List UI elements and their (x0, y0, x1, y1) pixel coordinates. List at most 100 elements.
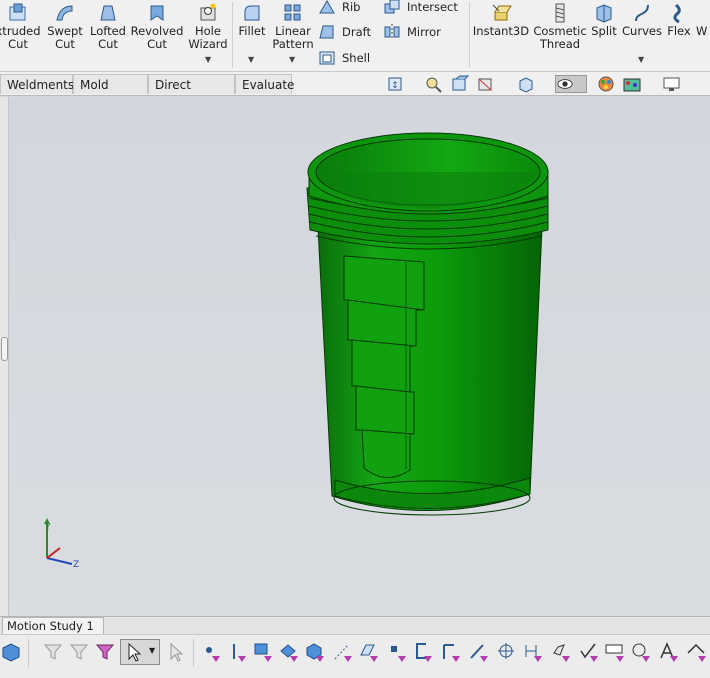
extruded-cut-label: xtruded Cut (0, 24, 41, 51)
selection-toolbar: ▼ (0, 634, 710, 678)
hole-wizard-button[interactable]: Hole Wizard (188, 2, 228, 51)
extruded-cut-button[interactable]: xtruded Cut (0, 2, 41, 51)
flex-icon (673, 3, 681, 24)
rib-button[interactable]: Rib (318, 0, 361, 17)
view-settings-icon[interactable] (662, 75, 682, 93)
coordinate-triad: Y Z (44, 518, 79, 570)
ribbon-separator (469, 2, 470, 68)
svg-text:↕: ↕ (391, 81, 399, 91)
splitter-handle[interactable] (1, 337, 8, 361)
filter-edges-icon[interactable] (226, 641, 248, 663)
toolbar-separator (28, 639, 29, 667)
draft-button[interactable]: Draft (318, 22, 371, 42)
zoom-to-fit-icon[interactable]: ↕ (386, 75, 406, 93)
flex-button[interactable]: Flex (665, 2, 693, 38)
select-other-icon[interactable] (165, 641, 187, 663)
tab-weldments[interactable]: Weldments (0, 74, 74, 94)
triad-z-label: Z (73, 560, 79, 570)
curves-icon (635, 4, 649, 22)
cosmetic-thread-button[interactable]: Cosmetic Thread (533, 2, 587, 51)
wrap-label: W (696, 24, 708, 38)
instant3d-button[interactable]: Instant3D (472, 2, 530, 38)
command-ribbon: xtruded Cut Swept Cut Lofted Cut Revolve… (0, 0, 710, 72)
hole-wizard-label: Hole Wizard (188, 24, 228, 51)
filter-faces-icon[interactable] (252, 641, 274, 663)
filter-sketch-segments-icon[interactable] (412, 641, 434, 663)
shell-label: Shell (342, 51, 371, 65)
filter-icon[interactable] (42, 641, 64, 663)
select-dropdown-arrow[interactable]: ▼ (149, 646, 155, 655)
cosmetic-thread-label: Cosmetic Thread (533, 24, 587, 51)
draft-icon (319, 25, 334, 39)
3d-view-icon[interactable] (0, 641, 22, 663)
hole-wizard-dropdown[interactable]: ▼ (205, 55, 211, 64)
filter-midpoints-icon[interactable] (440, 641, 462, 663)
filter-axes-icon[interactable] (332, 641, 354, 663)
zoom-area-icon[interactable] (424, 75, 444, 93)
filter-weld-symbols-icon[interactable] (686, 641, 708, 663)
filter-toggle-icon[interactable] (68, 641, 90, 663)
swept-cut-icon (56, 5, 73, 21)
hide-show-items-icon (557, 79, 573, 89)
lofted-cut-button[interactable]: Lofted Cut (88, 2, 128, 51)
split-icon (596, 4, 612, 23)
filter-vertices-icon[interactable] (200, 641, 222, 663)
filter-centerline-icon[interactable] (496, 641, 518, 663)
shell-button[interactable]: Shell (318, 48, 370, 68)
edit-appearance-icon[interactable] (596, 75, 616, 93)
mirror-button[interactable]: Mirror (383, 22, 441, 42)
section-view-icon[interactable] (476, 75, 496, 93)
curves-button[interactable]: Curves (622, 2, 662, 38)
instant3d-label: Instant3D (472, 24, 530, 38)
fillet-dropdown[interactable]: ▼ (248, 55, 254, 64)
command-manager-tabs: Weldments Mold Tools Direct Editing Eval… (0, 72, 710, 112)
linear-pattern-dropdown[interactable]: ▼ (289, 55, 295, 64)
tab-motion-study-1[interactable]: Motion Study 1 (2, 617, 104, 634)
revolved-cut-label: Revolved Cut (130, 24, 184, 51)
swept-cut-button[interactable]: Swept Cut (46, 2, 84, 51)
selection-filter-icon[interactable] (94, 641, 116, 663)
flex-label: Flex (667, 24, 691, 38)
graphics-area[interactable]: Y Z (0, 97, 710, 616)
draft-label: Draft (342, 25, 371, 39)
revolved-cut-button[interactable]: Revolved Cut (130, 2, 184, 51)
lofted-cut-label: Lofted Cut (90, 24, 126, 51)
view-orientation-icon[interactable] (516, 75, 536, 93)
filter-solid-bodies-icon[interactable] (304, 641, 326, 663)
tab-direct-editing[interactable]: Direct Editing (148, 74, 235, 112)
display-style-button[interactable] (555, 75, 587, 93)
previous-view-icon[interactable] (450, 75, 470, 93)
wrap-button[interactable]: W (696, 2, 710, 38)
filter-notes-icon[interactable] (604, 641, 626, 663)
tab-evaluate[interactable]: Evaluate (235, 74, 294, 94)
feature-manager-collapse-handle[interactable] (0, 97, 9, 616)
split-button[interactable]: Split (589, 2, 619, 38)
filter-surface-bodies-icon[interactable] (278, 641, 300, 663)
linear-pattern-button[interactable]: Linear Pattern (272, 2, 314, 51)
select-tool-button[interactable]: ▼ (120, 639, 160, 665)
filter-geometric-tolerance-icon[interactable] (578, 641, 600, 663)
revolved-cut-icon (150, 5, 164, 21)
curves-dropdown[interactable]: ▼ (638, 55, 644, 64)
filter-center-marks-icon[interactable] (468, 641, 490, 663)
filter-surface-finish-icon[interactable] (550, 641, 572, 663)
jar-part[interactable] (306, 132, 549, 516)
hole-wizard-icon (200, 3, 216, 21)
toolbar-separator (193, 639, 194, 667)
mirror-label: Mirror (407, 25, 441, 39)
fillet-button[interactable]: Fillet (236, 2, 268, 38)
cursor-arrow-icon (128, 642, 142, 662)
filter-planes-icon[interactable] (358, 641, 380, 663)
intersect-button[interactable]: Intersect (383, 0, 458, 17)
filter-datum-icon[interactable] (630, 641, 652, 663)
instant3d-icon (492, 4, 512, 21)
extruded-cut-icon (9, 3, 26, 21)
filter-dimensions-icon[interactable] (522, 641, 544, 663)
mirror-icon (384, 24, 400, 40)
linear-pattern-label: Linear Pattern (272, 24, 314, 51)
tab-mold-tools[interactable]: Mold Tools (73, 74, 148, 112)
rib-label: Rib (342, 0, 361, 14)
filter-sketch-points-icon[interactable] (386, 641, 408, 663)
apply-scene-icon[interactable] (622, 75, 642, 93)
filter-annotations-icon[interactable] (658, 641, 680, 663)
